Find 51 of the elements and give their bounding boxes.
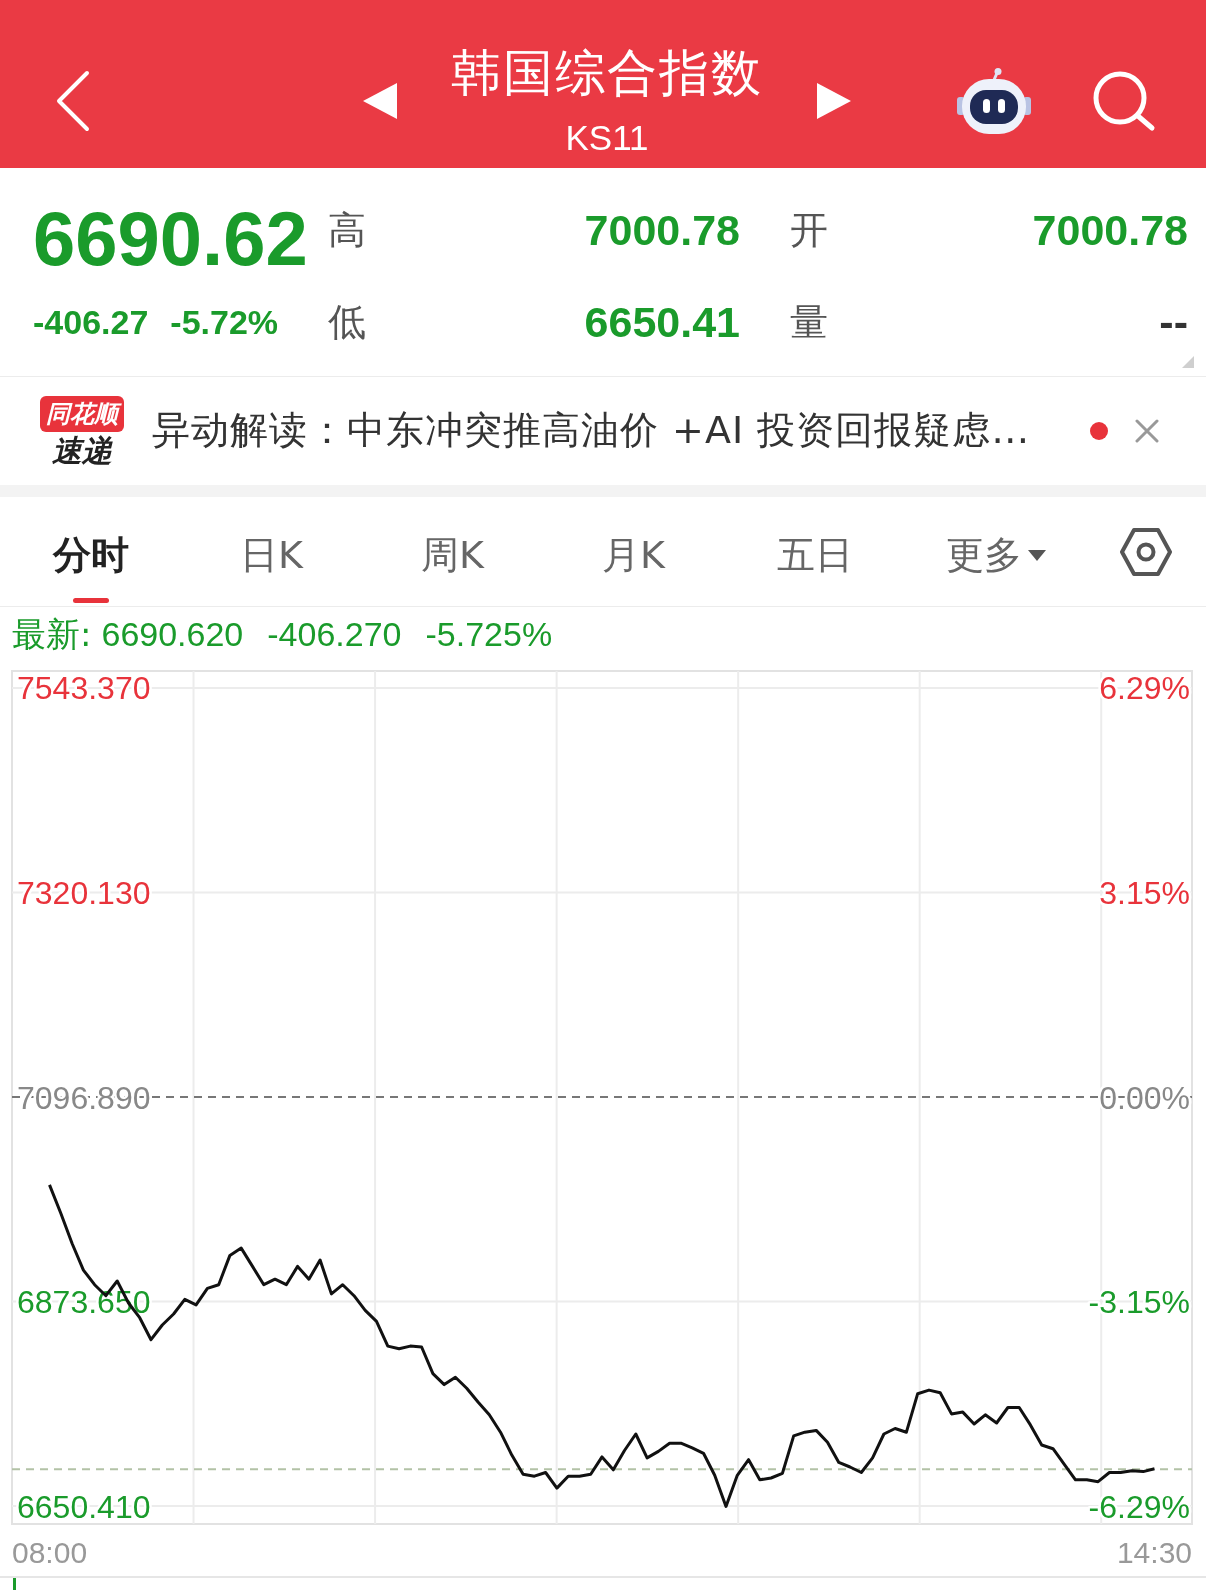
corner-triangle-icon [1182,356,1194,368]
triangle-left-icon [363,83,397,119]
settings-icon [1120,526,1172,577]
latest-label: 最新: [12,616,92,651]
logo-badge: 同花顺 [40,395,124,433]
chart-tab[interactable]: 更多 [905,497,1086,606]
chart-tab[interactable]: 分时 [0,497,181,606]
percent-axis-label: -3.15% [1088,1284,1190,1320]
time-axis-label: 08:00 [12,1536,88,1569]
percent-change: -5.72% [170,305,279,339]
stat-value: -- [1159,300,1188,344]
stat-label: 开 [790,211,828,249]
stat-value: 7000.78 [584,208,740,252]
caret-icon [1027,550,1046,561]
search-icon [1091,70,1157,132]
chevron-left-icon [56,70,90,132]
previous-button[interactable] [362,82,398,120]
latest-change-percent: -5.725% [425,616,553,651]
assistant-button[interactable] [955,66,1033,136]
price-axis-label: 7320.130 [17,875,151,911]
stat-label: 高 [328,211,366,249]
chart-tab[interactable]: 日K [181,497,362,606]
percent-axis-label: 3.15% [1099,875,1190,911]
next-button[interactable] [816,82,852,120]
price-change: -406.27 [33,305,149,339]
chart-tab[interactable]: 周K [362,497,543,606]
latest-change: -406.270 [267,616,402,651]
current-price: 6690.62 [33,201,308,277]
close-icon [1135,419,1159,443]
time-axis-label: 14:30 [1116,1536,1192,1569]
stat-label: 量 [790,303,828,341]
stat-value: 6650.41 [584,300,740,344]
price-axis-label: 7543.370 [17,670,151,707]
latest-price: 6690.620 [101,616,244,651]
news-headline[interactable]: 异动解读：中东冲突推高油价 +AI 投资回报疑虑… [152,408,1031,454]
stat-label: 低 [328,303,366,341]
stat-value: 7000.78 [1032,208,1188,252]
logo-text: 速递 [52,436,112,467]
chart-tab[interactable]: 五日 [724,497,905,606]
index-code: KS11 [565,119,649,155]
volume-bar [13,1578,16,1590]
chart-tab[interactable]: 月K [543,497,724,606]
index-title: 韩国综合指数 [451,47,763,98]
back-button[interactable] [54,68,92,134]
percent-axis-label: -6.29% [1088,1488,1190,1525]
percent-axis-label: 0.00% [1099,1079,1190,1116]
robot-icon [956,67,1032,135]
percent-axis-label: 6.29% [1099,670,1190,707]
price-axis-label: 7096.890 [17,1079,151,1116]
price-axis-label: 6650.410 [17,1488,151,1525]
triangle-right-icon [817,83,851,119]
